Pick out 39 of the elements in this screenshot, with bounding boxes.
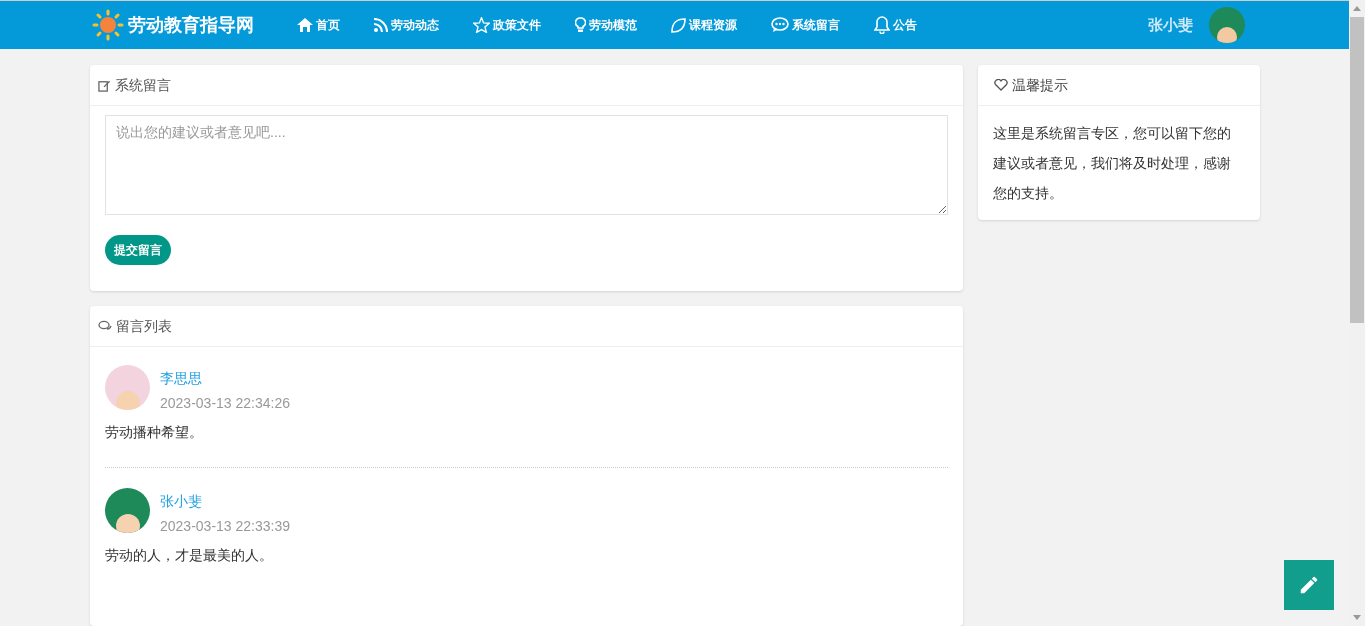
- nav-link[interactable]: 劳动模范: [589, 16, 637, 34]
- message-time: 2023-03-13 22:33:39: [160, 517, 290, 536]
- nav-link[interactable]: 系统留言: [792, 16, 840, 34]
- card-title: 温馨提示: [1012, 75, 1068, 95]
- speech-bubble-icon: [771, 17, 789, 33]
- pencil-icon: [1298, 574, 1320, 596]
- author-name[interactable]: 李思思: [160, 368, 290, 389]
- nav-link[interactable]: 首页: [316, 16, 340, 34]
- lightbulb-icon: [575, 17, 586, 33]
- card-title: 系统留言: [115, 75, 171, 95]
- leaf-icon: [671, 17, 686, 33]
- user-name[interactable]: 张小斐: [1148, 13, 1193, 37]
- nav-link[interactable]: 政策文件: [493, 16, 541, 34]
- nav-link[interactable]: 公告: [893, 16, 917, 34]
- heart-icon: [994, 79, 1008, 91]
- message-text: 劳动播种希望。: [105, 423, 204, 442]
- sun-logo-icon: [92, 9, 124, 41]
- edit-icon: [98, 78, 111, 92]
- user-avatar: [105, 488, 150, 533]
- message-time: 2023-03-13 22:34:26: [160, 394, 290, 413]
- message-text: 劳动的人，才是最美的人。: [105, 546, 274, 565]
- submit-button[interactable]: 提交留言: [105, 235, 171, 265]
- author-name[interactable]: 张小斐: [160, 491, 290, 512]
- write-message-button[interactable]: [1284, 560, 1334, 610]
- site-logo-text[interactable]: 劳动教育指导网: [128, 11, 254, 39]
- rss-icon: [374, 18, 388, 32]
- star-icon: [473, 17, 490, 33]
- user-avatar: [105, 365, 150, 410]
- chat-icon: [98, 320, 112, 332]
- nav-link[interactable]: 劳动动态: [391, 16, 439, 34]
- home-icon: [297, 18, 313, 32]
- card-title: 留言列表: [116, 316, 172, 336]
- nav-link[interactable]: 课程资源: [689, 16, 737, 34]
- message-input-field[interactable]: 说出您的建议或者意见吧....: [105, 115, 948, 215]
- bell-icon: [874, 16, 890, 34]
- tips-text: 这里是系统留言专区，您可以留下您的建议或者意见，我们将及时处理，感谢您的支持。: [992, 124, 1232, 203]
- scroll-up-arrow-icon[interactable]: [1353, 6, 1361, 11]
- scroll-down-arrow-icon[interactable]: [1353, 615, 1361, 620]
- user-avatar[interactable]: [1209, 7, 1245, 43]
